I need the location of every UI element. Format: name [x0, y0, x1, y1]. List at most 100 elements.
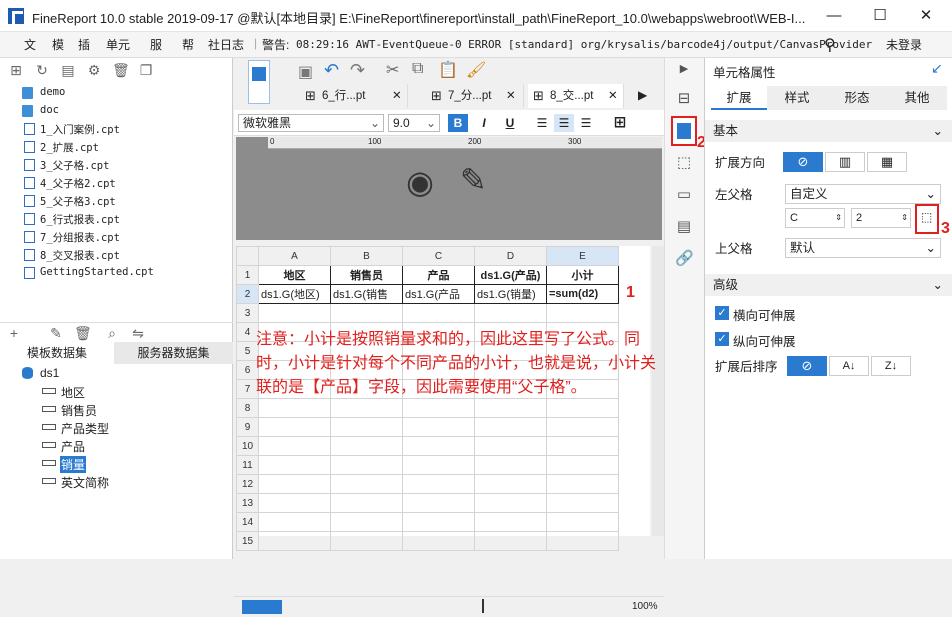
tree-file[interactable]: 7_分组报表.cpt [0, 228, 233, 246]
menu-server[interactable]: 服 [150, 36, 162, 53]
report-icon[interactable] [248, 60, 270, 104]
sort-descending-icon[interactable]: Z↓ [871, 356, 911, 376]
sheet-cell[interactable] [474, 531, 547, 551]
sheet-cell[interactable] [402, 455, 475, 475]
sheet-cell[interactable] [330, 303, 403, 323]
redo-icon[interactable]: ↷ [350, 60, 365, 81]
minimize-button[interactable]: — [814, 4, 854, 28]
undo-icon[interactable]: ↶ [324, 60, 339, 81]
horizontal-expand-icon[interactable]: ▦ [867, 152, 907, 172]
font-size-select[interactable]: 9.0 ⌄ [388, 114, 440, 132]
tree-file[interactable]: 1_入门案例.cpt [0, 120, 233, 138]
sheet-cell[interactable] [330, 455, 403, 475]
sheet-cell[interactable] [258, 455, 331, 475]
row-header[interactable]: 3 [236, 303, 259, 323]
sheet-cell[interactable] [402, 436, 475, 456]
font-select[interactable]: 微软雅黑 ⌄ [238, 114, 384, 132]
cell-element-icon[interactable]: ⊟ [675, 90, 693, 108]
underline-button[interactable]: U [500, 114, 520, 132]
pencil-edit-icon[interactable]: ✎ [460, 161, 487, 199]
sheet-cell[interactable] [546, 303, 619, 323]
dataset-field[interactable]: 地区 [0, 382, 233, 400]
sheet-cell[interactable] [330, 531, 403, 551]
format-painter-icon[interactable]: 🖌 [466, 60, 486, 80]
tree-file[interactable]: GettingStarted.cpt [0, 264, 233, 282]
close-tab-icon[interactable]: ✕ [608, 84, 618, 108]
select-cell-button[interactable]: ⬚ [915, 204, 939, 234]
sort-ascending-icon[interactable]: A↓ [829, 356, 869, 376]
row-header[interactable]: 15 [236, 531, 259, 551]
sheet-cell[interactable] [258, 303, 331, 323]
sheet-cell[interactable] [546, 455, 619, 475]
sheet-cell[interactable] [402, 417, 475, 437]
dataset-field[interactable]: 产品类型 [0, 418, 233, 436]
tree-file[interactable]: 2_扩展.cpt [0, 138, 233, 156]
sheet-cell[interactable] [402, 493, 475, 513]
sheet-cell[interactable]: ds1.G(地区) [258, 284, 331, 304]
row-header[interactable]: 13 [236, 493, 259, 513]
tree-folder[interactable]: demo [0, 84, 233, 102]
search-icon[interactable]: ⚲ [824, 35, 836, 55]
parent-column-field[interactable]: C ⇕ [785, 208, 845, 228]
menu-help[interactable]: 帮 [182, 36, 194, 53]
column-header[interactable]: D [474, 246, 547, 266]
sheet-cell[interactable] [258, 493, 331, 513]
locate-icon[interactable]: ▤ [60, 62, 76, 78]
row-header[interactable]: 2 [236, 284, 259, 304]
sheet-cell[interactable] [474, 455, 547, 475]
section-basic[interactable]: 基本 ⌄ [705, 120, 952, 142]
hyperlink-icon[interactable]: 🔗 [675, 250, 694, 268]
collapse-arrow-icon[interactable]: ▶ [675, 60, 693, 78]
sheet-cell[interactable] [330, 398, 403, 418]
tree-file[interactable]: 6_行式报表.cpt [0, 210, 233, 228]
dataset-field[interactable]: 英文简称 [0, 472, 233, 490]
corner-cell[interactable] [236, 246, 259, 266]
edit-icon[interactable]: ✎ [48, 325, 64, 341]
row-header[interactable]: 9 [236, 417, 259, 437]
sheet-cell[interactable] [546, 474, 619, 494]
delete-icon[interactable]: 🗑 [112, 62, 130, 78]
close-tab-icon[interactable]: ✕ [392, 84, 402, 108]
sheet-cell[interactable]: 销售员 [330, 265, 403, 285]
tab-server-dataset[interactable]: 服务器数据集 [114, 342, 233, 364]
sheet-cell[interactable] [546, 417, 619, 437]
sheet-cell[interactable] [258, 417, 331, 437]
sheet-cell[interactable]: =sum(d2) [546, 284, 619, 304]
condition-icon[interactable]: ▤ [675, 218, 693, 236]
sheet-cell[interactable]: 小计 [546, 265, 619, 285]
menu-template[interactable]: 模 [52, 36, 64, 53]
align-right-icon[interactable]: ☰ [576, 114, 596, 132]
settings-icon[interactable]: ⚙ [86, 62, 102, 78]
sheet-cell[interactable] [474, 436, 547, 456]
sheet-cell[interactable] [474, 398, 547, 418]
sheet-cell[interactable]: ds1.G(销量) [474, 284, 547, 304]
italic-button[interactable]: I [474, 114, 494, 132]
v-expand-checkbox[interactable]: ✓ [715, 332, 729, 346]
menu-community[interactable]: 社 [208, 36, 220, 53]
sheet-cell[interactable] [330, 512, 403, 532]
remove-icon[interactable]: 🗑 [74, 325, 92, 341]
copy-icon[interactable]: ❐ [138, 62, 154, 78]
row-header[interactable]: 14 [236, 512, 259, 532]
sheet-cell[interactable] [474, 493, 547, 513]
sheet-cell[interactable] [546, 531, 619, 551]
column-header[interactable]: E [546, 246, 619, 266]
sheet-cell[interactable] [546, 398, 619, 418]
sheet-cell[interactable]: ds1.G(产品) [474, 265, 547, 285]
tree-folder[interactable]: doc [0, 102, 233, 120]
maximize-button[interactable]: ☐ [860, 4, 900, 28]
refresh-icon[interactable]: ↻ [34, 62, 50, 78]
sheet-cell[interactable] [402, 474, 475, 494]
tab-menu-icon[interactable]: ▶ [638, 88, 647, 102]
sheet-tab-icon[interactable] [242, 600, 282, 614]
align-left-icon[interactable]: ☰ [532, 114, 552, 132]
row-header[interactable]: 12 [236, 474, 259, 494]
doc-tab-8[interactable]: ⊞ 8_交...pt ✕ [528, 84, 624, 108]
tab-style[interactable]: 样式 [767, 86, 827, 110]
menu-log[interactable]: 日志 [220, 36, 244, 53]
h-expand-checkbox[interactable]: ✓ [715, 306, 729, 320]
sheet-cell[interactable] [258, 512, 331, 532]
sheet-cell[interactable] [402, 303, 475, 323]
tree-file[interactable]: 3_父子格.cpt [0, 156, 233, 174]
sheet-cell[interactable] [258, 398, 331, 418]
